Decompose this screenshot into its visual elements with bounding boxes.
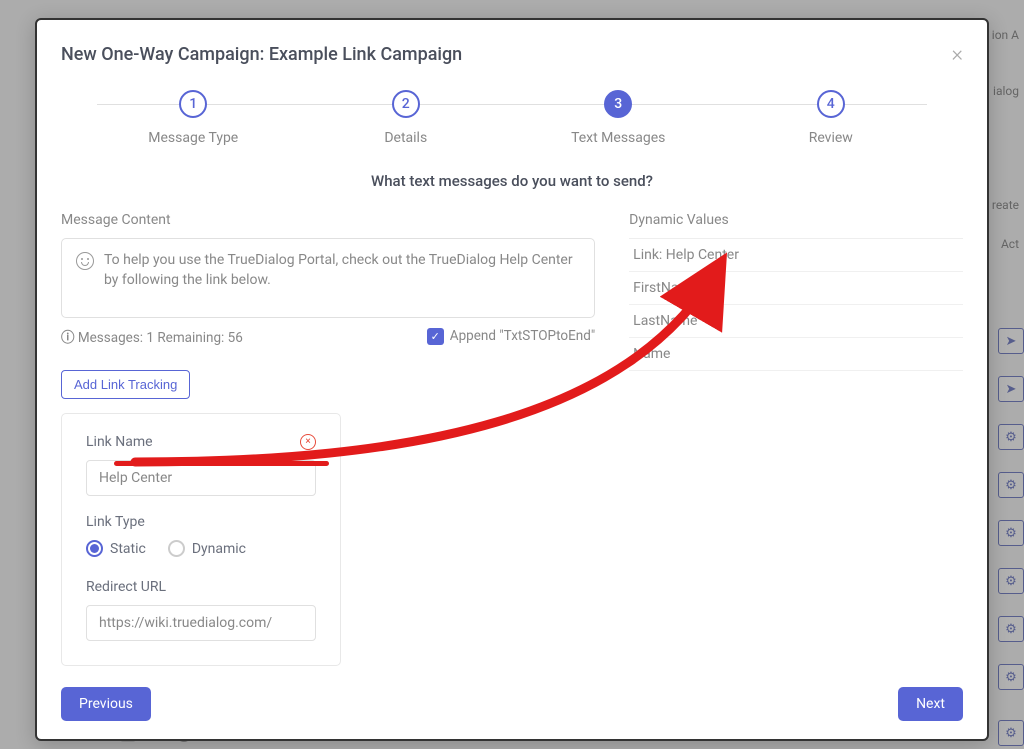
step-text-messages[interactable]: 3 Text Messages — [512, 90, 725, 146]
link-tracking-panel: Link Name × Link Type Static Dynamic — [61, 413, 341, 666]
dynamic-values-list: Link: Help Center FirstName LastName Nam… — [629, 238, 963, 371]
append-label: Append "TxtSTOPtoEnd" — [450, 328, 595, 344]
dynamic-value-item[interactable]: Link: Help Center — [629, 239, 963, 272]
checkbox-icon[interactable]: ✓ — [427, 328, 444, 345]
step-number: 1 — [179, 90, 207, 118]
step-number: 4 — [817, 90, 845, 118]
step-number: 2 — [392, 90, 420, 118]
link-type-label: Link Type — [86, 514, 316, 530]
step-number: 3 — [604, 90, 632, 118]
emoji-icon[interactable] — [76, 252, 94, 270]
step-review[interactable]: 4 Review — [725, 90, 938, 146]
annotation-underline — [114, 461, 329, 466]
step-label: Details — [384, 130, 427, 146]
info-icon: ⓘ — [61, 330, 78, 346]
append-checkbox-wrap[interactable]: ✓ Append "TxtSTOPtoEnd" — [427, 328, 595, 345]
dynamic-value-item[interactable]: Name — [629, 338, 963, 371]
campaign-modal: New One-Way Campaign: Example Link Campa… — [35, 18, 989, 741]
previous-button[interactable]: Previous — [61, 687, 151, 721]
radio-icon — [168, 540, 185, 557]
add-link-tracking-button[interactable]: Add Link Tracking — [61, 370, 190, 399]
message-content-label: Message Content — [61, 212, 595, 228]
step-label: Message Type — [148, 130, 238, 146]
stepper: 1 Message Type 2 Details 3 Text Messages… — [37, 80, 987, 172]
step-message-type[interactable]: 1 Message Type — [87, 90, 300, 146]
step-details[interactable]: 2 Details — [300, 90, 513, 146]
link-name-label: Link Name — [86, 434, 153, 450]
dynamic-values-label: Dynamic Values — [629, 212, 963, 228]
remove-link-icon[interactable]: × — [300, 434, 316, 450]
redirect-url-input[interactable] — [86, 605, 316, 641]
message-text: To help you use the TrueDialog Portal, c… — [104, 251, 580, 290]
next-button[interactable]: Next — [898, 687, 963, 721]
redirect-url-label: Redirect URL — [86, 579, 316, 595]
radio-dynamic[interactable]: Dynamic — [168, 540, 246, 557]
modal-title: New One-Way Campaign: Example Link Campa… — [61, 44, 462, 65]
dynamic-value-item[interactable]: FirstName — [629, 272, 963, 305]
step-label: Text Messages — [571, 130, 665, 146]
step-label: Review — [809, 130, 853, 146]
close-icon[interactable]: × — [951, 44, 963, 66]
radio-icon — [86, 540, 103, 557]
dynamic-value-item[interactable]: LastName — [629, 305, 963, 338]
question-heading: What text messages do you want to send? — [37, 172, 987, 190]
message-counter: ⓘ Messages: 1 Remaining: 56 — [61, 326, 243, 346]
message-textarea[interactable]: To help you use the TrueDialog Portal, c… — [61, 238, 595, 318]
radio-static[interactable]: Static — [86, 540, 146, 557]
